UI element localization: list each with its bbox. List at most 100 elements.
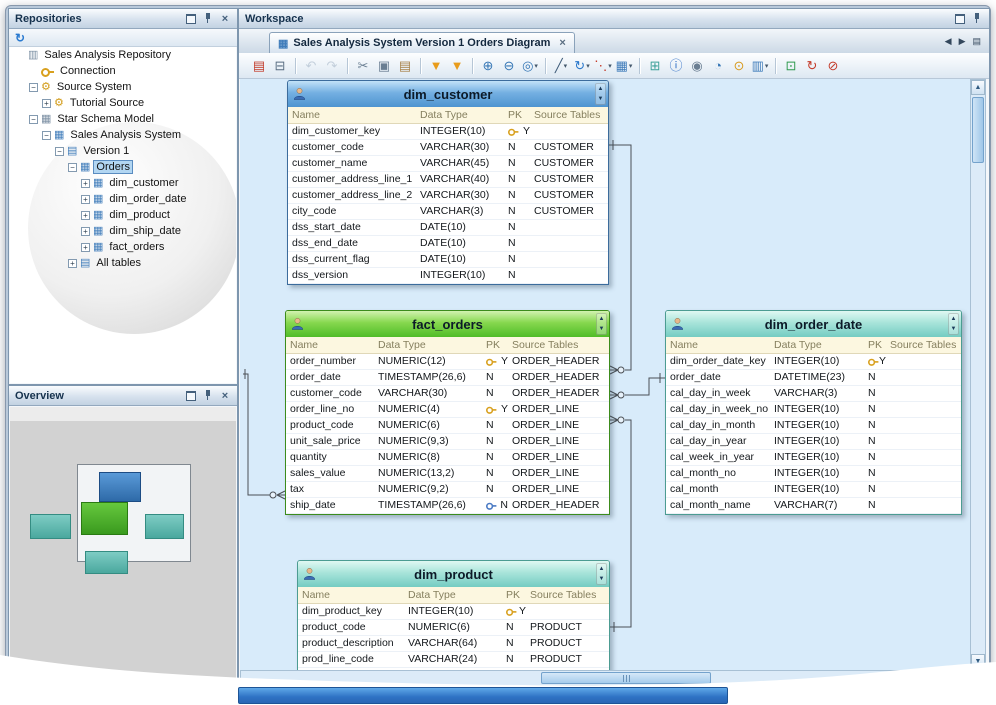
entity-dim_product[interactable]: dim_product▲▼NameData TypePKSource Table…: [297, 560, 610, 670]
tab-scroll-left-icon[interactable]: ◀: [945, 36, 952, 47]
entity-row-cal_month[interactable]: cal_monthINTEGER(10)N: [666, 482, 961, 498]
entity-scroll-up-icon[interactable]: ▲: [951, 316, 957, 322]
tree-item-star-schema-model[interactable]: −▦Star Schema Model: [10, 111, 236, 127]
overview-minimap[interactable]: [10, 407, 236, 685]
entity-row-prod_line_code[interactable]: prod_line_codeVARCHAR(24)NPRODUCT: [298, 652, 609, 668]
entity-row-cal_day_in_year[interactable]: cal_day_in_yearINTEGER(10)N: [666, 434, 961, 450]
tree-item-dim-customer[interactable]: +▦dim_customer: [10, 175, 236, 191]
entity-row-cal_week_in_year[interactable]: cal_week_in_yearINTEGER(10)N: [666, 450, 961, 466]
pin-icon[interactable]: [971, 13, 983, 25]
refresh-icon[interactable]: ↻: [15, 30, 25, 46]
entity-dim_order_date[interactable]: dim_order_date▲▼NameData TypePKSource Ta…: [665, 310, 962, 515]
entity-row-dss_current_flag[interactable]: dss_current_flagDATE(10)N: [288, 252, 608, 268]
float-window-icon[interactable]: [185, 13, 197, 25]
entity-row-dim_order_date_key[interactable]: dim_order_date_keyINTEGER(10)Y: [666, 354, 961, 370]
entity-row-dss_version[interactable]: dss_versionINTEGER(10)N: [288, 268, 608, 284]
entity-scroll-down-icon[interactable]: ▼: [599, 576, 605, 582]
entity-scroll-up-icon[interactable]: ▲: [599, 316, 605, 322]
entity-row-cal_day_in_week_no[interactable]: cal_day_in_week_noINTEGER(10)N: [666, 402, 961, 418]
entity-row-ship_date[interactable]: ship_dateTIMESTAMP(26,6)NORDER_HEADER: [286, 498, 609, 514]
entity-header[interactable]: fact_orders▲▼: [286, 311, 609, 337]
horizontal-scrollbar-thumb[interactable]: [541, 672, 711, 684]
tree-item-sales-analysis-system[interactable]: −▦Sales Analysis System: [10, 127, 236, 143]
entity-row-tax[interactable]: taxNUMERIC(9,2)NORDER_LINE: [286, 482, 609, 498]
tree-item-all-tables[interactable]: +▤All tables: [10, 255, 236, 271]
diagram-canvas[interactable]: dim_customer▲▼NameData TypePKSource Tabl…: [240, 79, 970, 670]
add-table-icon[interactable]: ▦▾: [614, 56, 634, 76]
dropdown-arrow-icon[interactable]: ▾: [608, 62, 612, 70]
expand-icon[interactable]: +: [81, 243, 90, 252]
validate-icon[interactable]: ↻: [802, 56, 822, 76]
entity-row-city_code[interactable]: city_codeVARCHAR(3)NCUSTOMER: [288, 204, 608, 220]
relationship-customer-line[interactable]: [609, 145, 631, 370]
entity-row-customer_code[interactable]: customer_codeVARCHAR(30)NCUSTOMER: [288, 140, 608, 156]
redo-icon[interactable]: ↷: [322, 56, 342, 76]
entity-row-order_line_no[interactable]: order_line_noNUMERIC(4)YORDER_LINE: [286, 402, 609, 418]
relationship-ship-date-line[interactable]: [243, 374, 270, 495]
collapse-icon[interactable]: −: [29, 115, 38, 124]
entity-row-customer_address_line_2[interactable]: customer_address_line_2VARCHAR(30)NCUSTO…: [288, 188, 608, 204]
entity-header[interactable]: dim_product▲▼: [298, 561, 609, 587]
zoom-in-icon[interactable]: ⊕: [478, 56, 498, 76]
entity-fact_orders[interactable]: fact_orders▲▼NameData TypePKSource Table…: [285, 310, 610, 515]
pin-icon[interactable]: [202, 13, 214, 25]
dropdown-arrow-icon[interactable]: ▾: [586, 62, 590, 70]
vertical-scrollbar-thumb[interactable]: [972, 97, 984, 163]
horizontal-scrollbar[interactable]: [240, 670, 986, 686]
relationship-product-line[interactable]: [610, 420, 631, 627]
tree-item-tutorial-source[interactable]: +⚙Tutorial Source: [10, 95, 236, 111]
entity-row-cal_month_name[interactable]: cal_month_nameVARCHAR(7)N: [666, 498, 961, 514]
dropdown-arrow-icon[interactable]: ▾: [534, 62, 538, 70]
expand-icon[interactable]: +: [81, 211, 90, 220]
entity-scroll-up-icon[interactable]: ▲: [598, 86, 604, 92]
tree-item-dim-order-date[interactable]: +▦dim_order_date: [10, 191, 236, 207]
expand-icon[interactable]: +: [81, 179, 90, 188]
tree-item-fact-orders[interactable]: +▦fact_orders: [10, 239, 236, 255]
export-report-icon[interactable]: ▤: [249, 56, 269, 76]
world-icon[interactable]: ◔: [708, 56, 728, 76]
print-icon[interactable]: ⊟: [270, 56, 290, 76]
entity-row-cal_day_in_month[interactable]: cal_day_in_monthINTEGER(10)N: [666, 418, 961, 434]
expand-icon[interactable]: +: [68, 259, 77, 268]
entity-row-cal_month_no[interactable]: cal_month_noINTEGER(10)N: [666, 466, 961, 482]
entity-row-customer_address_line_1[interactable]: customer_address_line_1VARCHAR(40)NCUSTO…: [288, 172, 608, 188]
copy-icon[interactable]: ▣: [374, 56, 394, 76]
fit-diagram-icon[interactable]: ⊡: [781, 56, 801, 76]
collapse-icon[interactable]: −: [55, 147, 64, 156]
tab-scroll-right-icon[interactable]: ▶: [959, 36, 966, 47]
entity-row-quantity[interactable]: quantityNUMERIC(8)NORDER_LINE: [286, 450, 609, 466]
auto-layout-icon[interactable]: ⊞: [645, 56, 665, 76]
refresh-diagram-icon[interactable]: ↻▾: [572, 56, 592, 76]
stop-icon[interactable]: ⊘: [823, 56, 843, 76]
entity-row-order_date[interactable]: order_dateTIMESTAMP(26,6)NORDER_HEADER: [286, 370, 609, 386]
add-relationship-icon[interactable]: ⋱▾: [593, 56, 613, 76]
entity-scroll-down-icon[interactable]: ▼: [599, 326, 605, 332]
vertical-scrollbar[interactable]: ▲ ▼: [970, 79, 986, 670]
float-window-icon[interactable]: [954, 13, 966, 25]
cut-icon[interactable]: ✂: [353, 56, 373, 76]
entity-header[interactable]: dim_customer▲▼: [288, 81, 608, 107]
entity-row-product_code[interactable]: product_codeNUMERIC(6)NPRODUCT: [298, 620, 609, 636]
entity-row-dss_start_date[interactable]: dss_start_dateDATE(10)N: [288, 220, 608, 236]
entity-row-product_description[interactable]: product_descriptionVARCHAR(64)NPRODUCT: [298, 636, 609, 652]
tree-item-version-1[interactable]: −▤Version 1: [10, 143, 236, 159]
properties-icon[interactable]: ⓘ: [666, 56, 686, 76]
entity-row-dim_customer_key[interactable]: dim_customer_keyINTEGER(10)Y: [288, 124, 608, 140]
entity-dim_customer[interactable]: dim_customer▲▼NameData TypePKSource Tabl…: [287, 80, 609, 285]
float-window-icon[interactable]: [185, 390, 197, 402]
entity-row-customer_code[interactable]: customer_codeVARCHAR(30)NORDER_HEADER: [286, 386, 609, 402]
dropdown-arrow-icon[interactable]: ▾: [564, 62, 568, 70]
chart-icon[interactable]: ▥▾: [750, 56, 770, 76]
zoom-out-icon[interactable]: ⊖: [499, 56, 519, 76]
undo-icon[interactable]: ↶: [301, 56, 321, 76]
tree-item-source-system[interactable]: −⚙Source System: [10, 79, 236, 95]
tab-close-icon[interactable]: ×: [559, 37, 565, 49]
pan-icon[interactable]: ◉: [687, 56, 707, 76]
scroll-up-icon[interactable]: ▲: [971, 80, 985, 95]
repositories-titlebar[interactable]: Repositories ×: [9, 9, 237, 29]
expand-icon[interactable]: +: [81, 195, 90, 204]
tree-item-orders[interactable]: −▦Orders: [10, 159, 236, 175]
line-tool-icon[interactable]: ╱▾: [551, 56, 571, 76]
close-icon[interactable]: ×: [219, 390, 231, 402]
entity-scroll-up-icon[interactable]: ▲: [599, 566, 605, 572]
